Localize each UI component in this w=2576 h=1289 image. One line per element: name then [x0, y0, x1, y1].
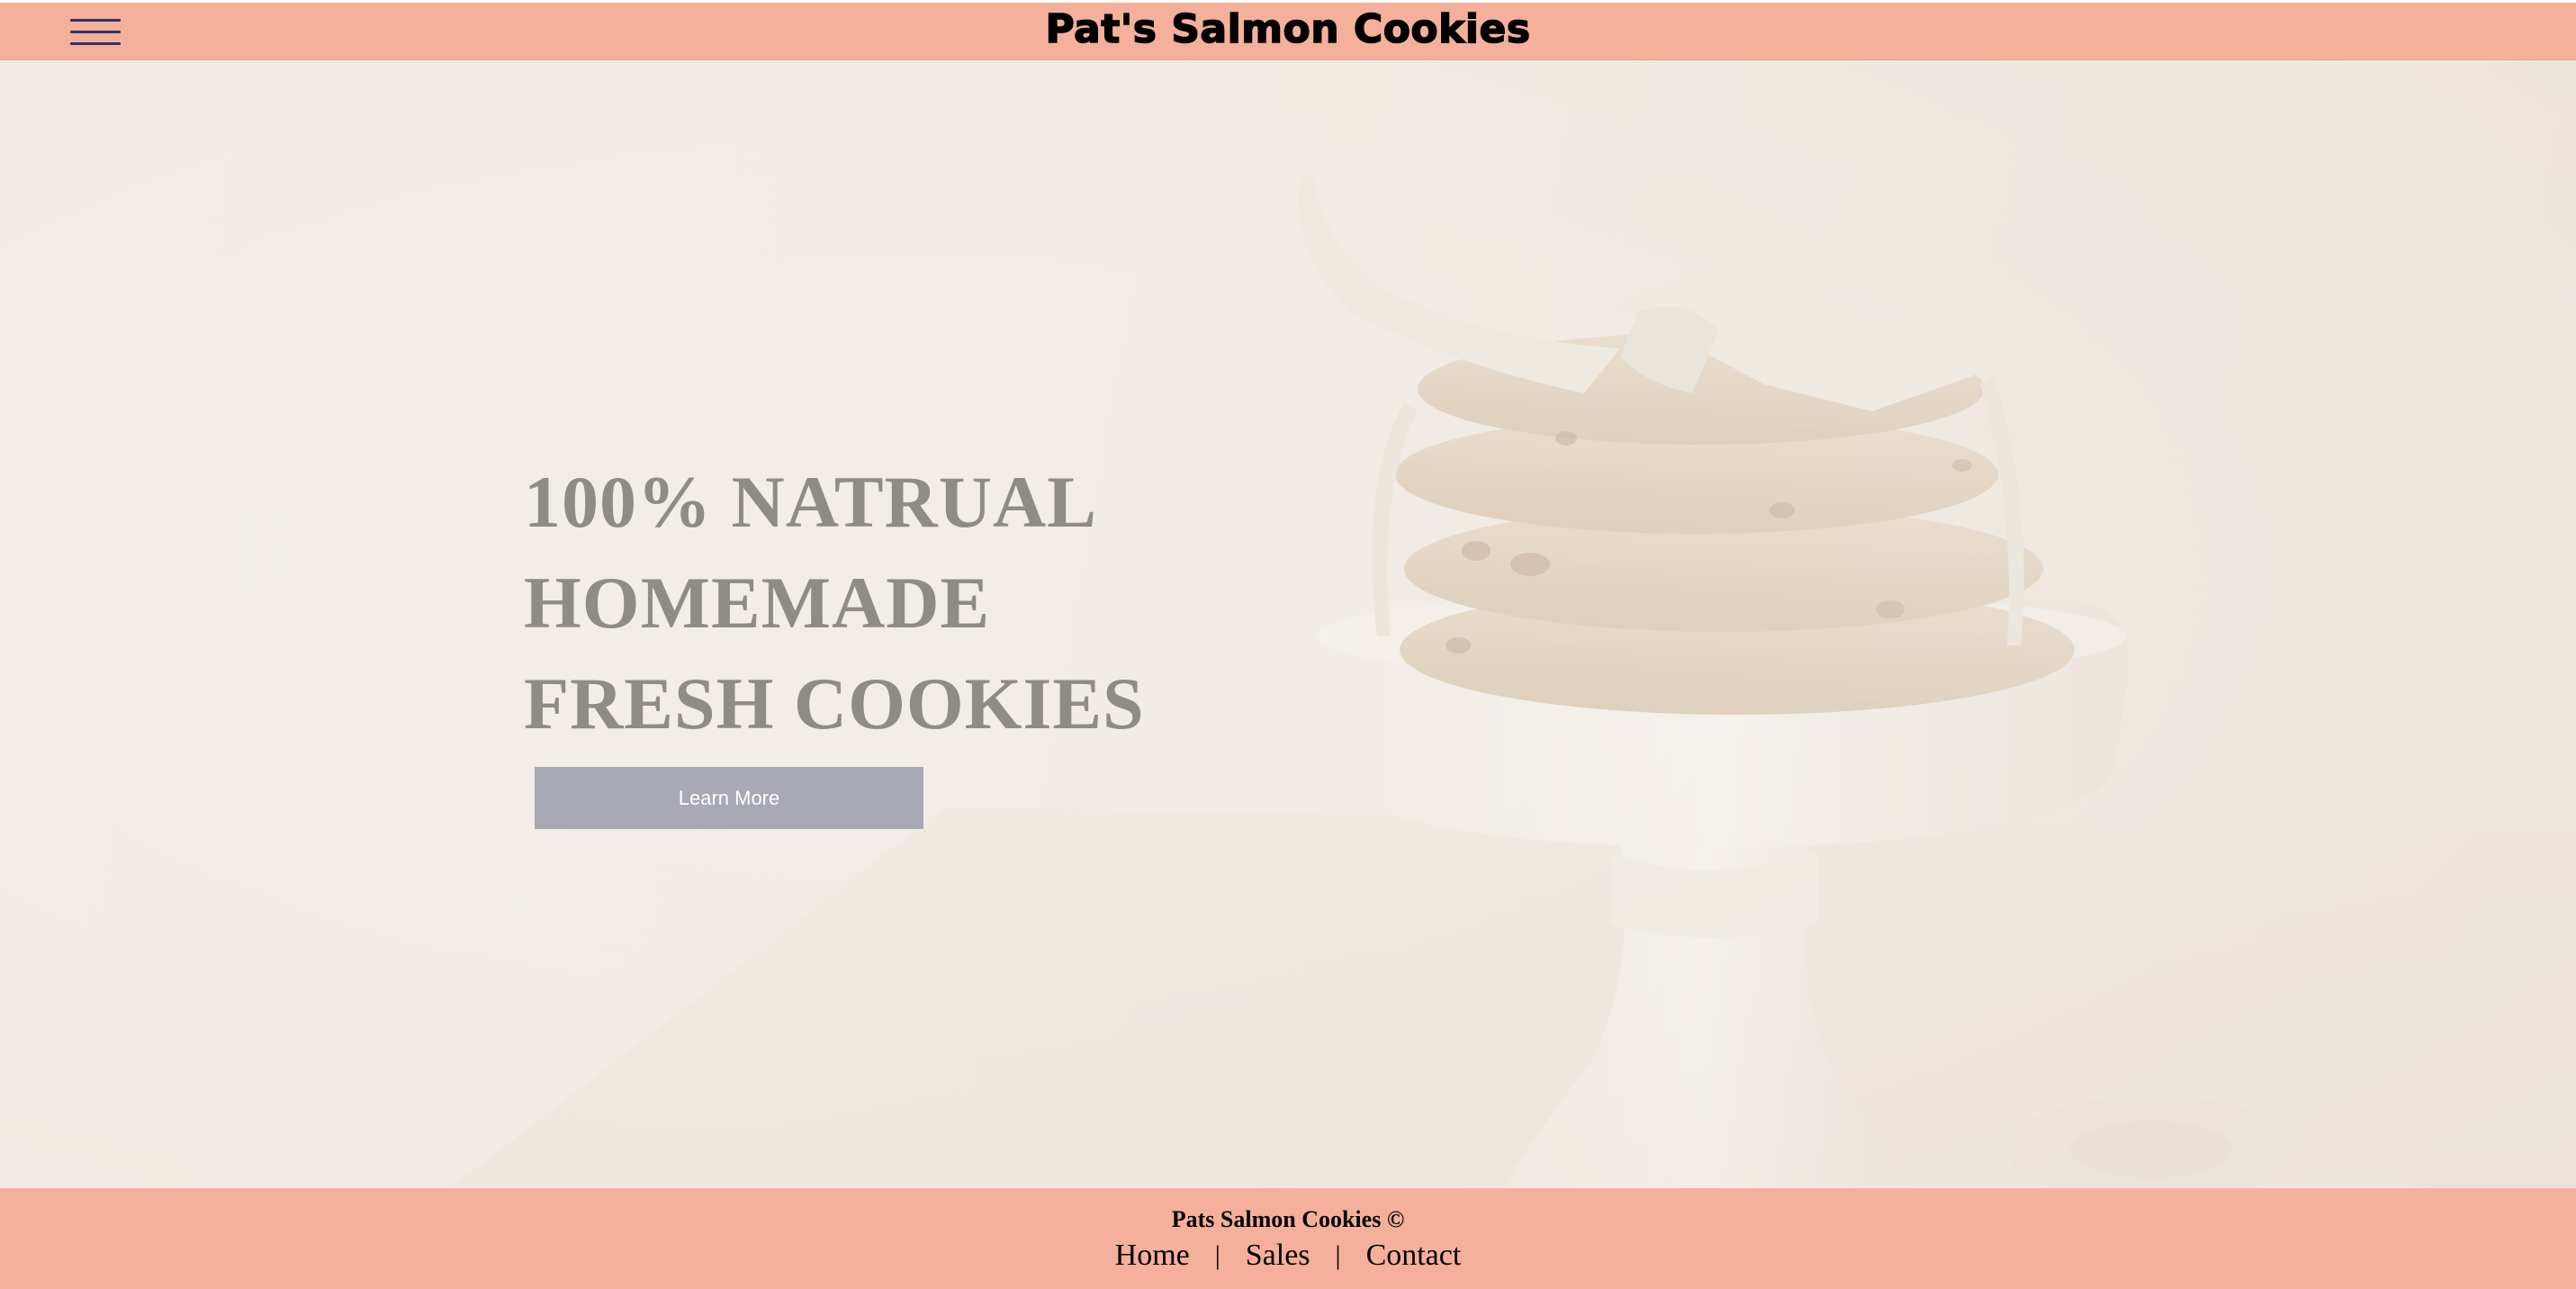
site-footer: Pats Salmon Cookies © Home | Sales | Con… [0, 1188, 2576, 1289]
headline-line: FRESH COOKIES [524, 663, 1145, 744]
hero-section: 100% NATRUAL HOMEMADE FRESH COOKIES Lear… [0, 60, 2576, 1188]
learn-more-button[interactable]: Learn More [535, 767, 923, 829]
nav-separator: | [1214, 1240, 1220, 1270]
headline-line: HOMEMADE [524, 562, 991, 644]
site-header: Pat's Salmon Cookies [0, 3, 2576, 60]
footer-link-sales[interactable]: Sales [1246, 1239, 1311, 1273]
footer-link-contact[interactable]: Contact [1366, 1239, 1462, 1273]
site-title: Pat's Salmon Cookies [1045, 5, 1531, 53]
footer-nav: Home | Sales | Contact [0, 1239, 2576, 1273]
nav-separator: | [1335, 1240, 1341, 1270]
cookies-on-cake-stand-image [0, 60, 2576, 1188]
headline-line: 100% NATRUAL [524, 461, 1097, 543]
footer-link-home[interactable]: Home [1115, 1239, 1190, 1273]
hero-headline: 100% NATRUAL HOMEMADE FRESH COOKIES [524, 452, 1145, 754]
copyright-text: Pats Salmon Cookies © [1171, 1206, 1405, 1232]
